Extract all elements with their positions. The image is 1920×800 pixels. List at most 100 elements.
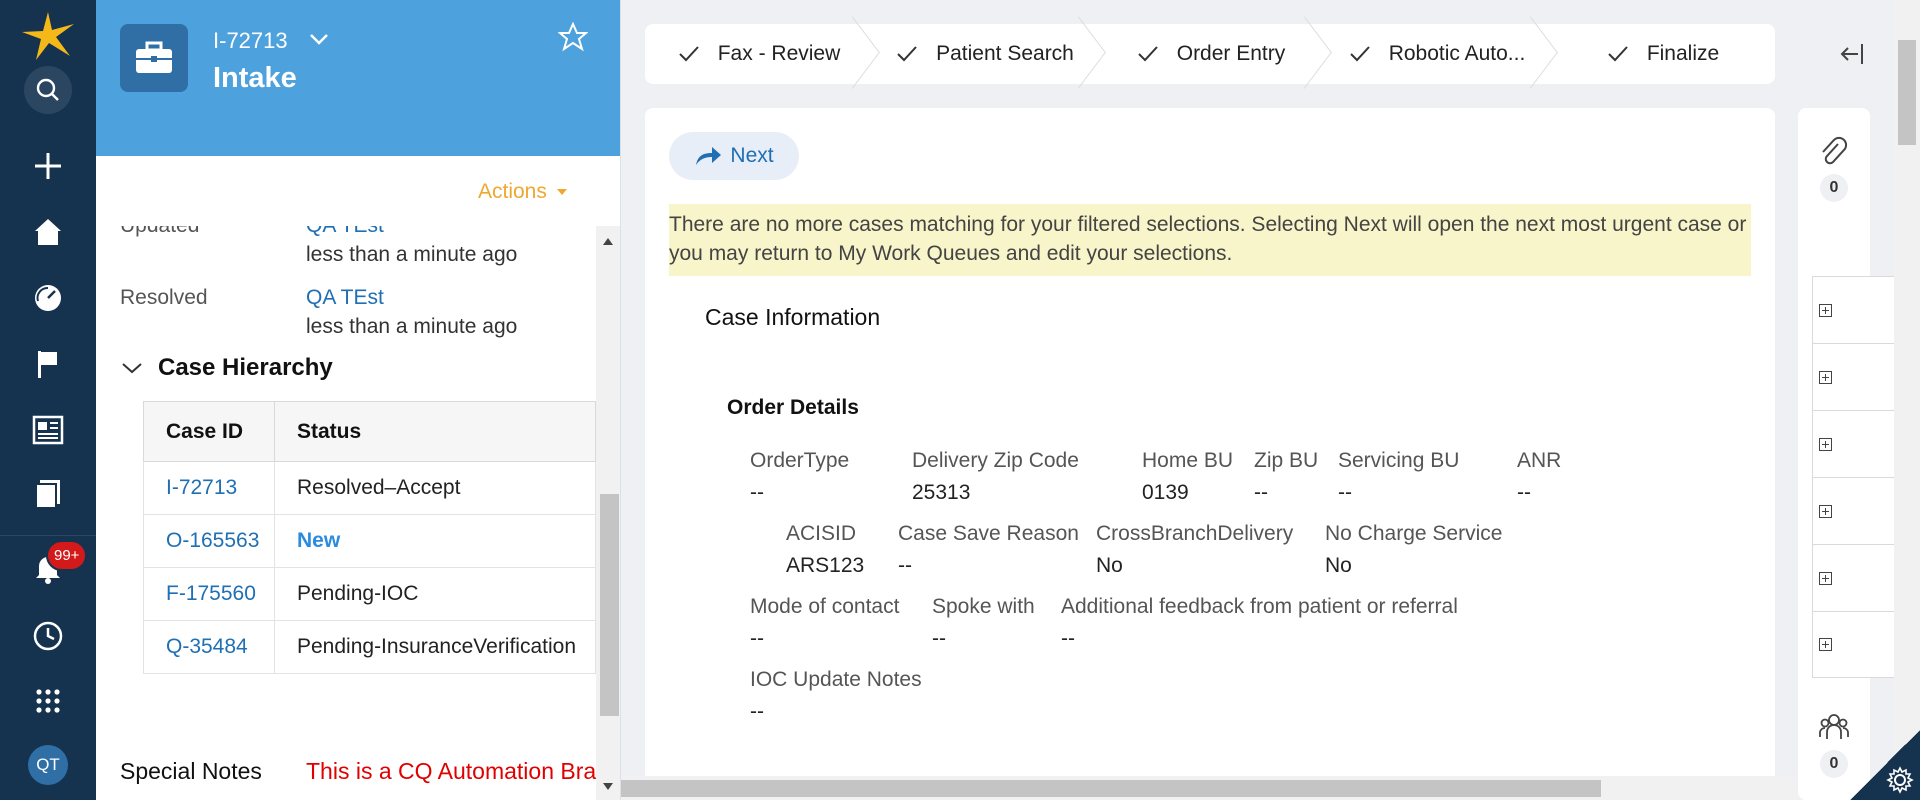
- case-header: I-72713 Intake: [96, 0, 620, 156]
- accordion-item[interactable]: [1812, 343, 1897, 410]
- case-panel-scrollbar[interactable]: [596, 226, 620, 800]
- followers-icon[interactable]: [1818, 712, 1850, 745]
- field-value-no-charge-service: No: [1325, 554, 1352, 577]
- apps-grid-icon[interactable]: [24, 677, 72, 725]
- star-icon[interactable]: [557, 21, 589, 57]
- logo-icon[interactable]: [18, 10, 78, 62]
- history-icon[interactable]: [24, 612, 72, 660]
- section-title: Case Information: [705, 304, 881, 330]
- stage-patient-search[interactable]: Patient Search: [871, 24, 1097, 84]
- order-details-title: Order Details: [727, 396, 859, 419]
- check-icon: [1608, 46, 1628, 62]
- horizontal-scrollbar[interactable]: [621, 776, 1849, 800]
- accordion-item[interactable]: [1812, 477, 1897, 544]
- chevron-down-icon[interactable]: [308, 28, 330, 55]
- expand-plus-icon: [1819, 370, 1832, 384]
- case-id-link[interactable]: Q-35484: [143, 620, 275, 674]
- case-id-link[interactable]: F-175560: [143, 567, 275, 621]
- home-icon[interactable]: [24, 208, 72, 256]
- collapse-panel-icon[interactable]: [1838, 40, 1866, 73]
- search-icon[interactable]: [24, 66, 72, 114]
- field-value-home-bu: 0139: [1142, 481, 1189, 504]
- scroll-up-arrow-icon[interactable]: [603, 238, 613, 245]
- updated-label: Updated: [120, 226, 199, 238]
- table-row: F-175560 Pending-IOC: [143, 567, 596, 621]
- case-status: Pending-IOC: [274, 567, 596, 621]
- accordion-item[interactable]: [1812, 611, 1897, 678]
- stage-order-entry[interactable]: Order Entry: [1097, 24, 1323, 84]
- column-header-case-id[interactable]: Case ID: [143, 401, 275, 462]
- field-label-spoke-with: Spoke with: [932, 595, 1035, 618]
- avatar[interactable]: QT: [28, 745, 68, 785]
- field-value-ioc-update-notes: --: [750, 700, 764, 723]
- field-value-cross-branch-delivery: No: [1096, 554, 1123, 577]
- field-value-additional-feedback: --: [1061, 627, 1075, 650]
- settings-corner[interactable]: [1850, 730, 1920, 800]
- nav-rail: 99+ QT: [0, 0, 96, 800]
- field-label-additional-feedback: Additional feedback from patient or refe…: [1061, 595, 1458, 618]
- paperclip-icon[interactable]: [1818, 136, 1850, 175]
- case-id: I-72713: [213, 28, 288, 53]
- stage-fax-review[interactable]: Fax - Review: [645, 24, 871, 84]
- field-value-case-save-reason: --: [898, 554, 912, 577]
- expand-plus-icon: [1819, 504, 1832, 518]
- accordion-item[interactable]: [1812, 544, 1897, 611]
- check-icon: [897, 46, 917, 62]
- check-icon: [679, 46, 699, 62]
- case-status: Resolved–Accept: [274, 461, 596, 515]
- field-label-anr: ANR: [1517, 449, 1562, 472]
- updated-user-link[interactable]: QA TEst: [306, 226, 384, 238]
- accordion-item[interactable]: [1812, 410, 1897, 477]
- briefcase-icon: [120, 24, 188, 92]
- documents-icon[interactable]: [24, 470, 72, 518]
- case-hierarchy-table: Case ID Status I-72713 Resolved–Accept O…: [143, 401, 596, 674]
- case-hierarchy-header[interactable]: Case Hierarchy: [120, 354, 333, 382]
- column-header-status[interactable]: Status: [274, 401, 596, 462]
- resolved-time: less than a minute ago: [306, 315, 518, 338]
- resolved-user-link[interactable]: QA TEst: [306, 286, 384, 310]
- caret-down-icon: [556, 189, 567, 195]
- field-label-delivery-zip: Delivery Zip Code: [912, 449, 1079, 472]
- table-row: Q-35484 Pending-InsuranceVerification: [143, 620, 596, 674]
- stage-label: Patient Search: [936, 42, 1074, 65]
- followers-count: 0: [1820, 750, 1848, 778]
- page-vertical-scrollbar[interactable]: [1894, 0, 1920, 800]
- stage-robotic-automation[interactable]: Robotic Auto...: [1323, 24, 1549, 84]
- flag-icon[interactable]: [24, 340, 72, 388]
- news-icon[interactable]: [24, 406, 72, 454]
- field-label-cross-branch-delivery: CrossBranchDelivery: [1096, 522, 1294, 545]
- accordion-item[interactable]: [1812, 276, 1897, 343]
- scrollbar-thumb[interactable]: [621, 780, 1601, 797]
- case-id-link[interactable]: I-72713: [143, 461, 275, 515]
- stage-finalize[interactable]: Finalize: [1549, 24, 1775, 84]
- next-label: Next: [730, 144, 774, 167]
- field-label-home-bu: Home BU: [1142, 449, 1234, 472]
- field-label-mode-of-contact: Mode of contact: [750, 595, 900, 618]
- field-label-servicing-bu: Servicing BU: [1338, 449, 1460, 472]
- rail-divider: [0, 535, 96, 536]
- expand-plus-icon: [1819, 638, 1832, 651]
- scroll-down-arrow-icon[interactable]: [603, 783, 613, 790]
- plus-icon[interactable]: [24, 142, 72, 190]
- check-icon: [1349, 46, 1370, 62]
- expand-plus-icon: [1819, 571, 1832, 585]
- scrollbar-thumb[interactable]: [1898, 40, 1916, 145]
- stage-label: Finalize: [1646, 42, 1720, 65]
- check-icon: [1138, 46, 1158, 62]
- field-label-acisid: ACISID: [786, 522, 857, 545]
- stage-label: Order Entry: [1176, 42, 1286, 65]
- next-button[interactable]: Next: [669, 132, 799, 180]
- gear-icon: [1886, 766, 1914, 794]
- field-value-acisid: ARS123: [786, 554, 865, 577]
- case-id-link[interactable]: O-165563: [143, 514, 275, 568]
- info-banner: There are no more cases matching for you…: [669, 204, 1751, 276]
- table-row: I-72713 Resolved–Accept: [143, 461, 596, 515]
- chevron-down-icon: [122, 363, 142, 374]
- dashboard-icon[interactable]: [24, 274, 72, 322]
- field-value-anr: --: [1517, 481, 1531, 504]
- scrollbar-thumb[interactable]: [600, 494, 619, 716]
- actions-menu[interactable]: Actions: [478, 180, 567, 204]
- case-details-scroll[interactable]: Updated QA TEst less than a minute ago R…: [96, 226, 596, 800]
- stage-label: Robotic Auto...: [1388, 42, 1526, 65]
- case-status: Pending-InsuranceVerification: [274, 620, 596, 674]
